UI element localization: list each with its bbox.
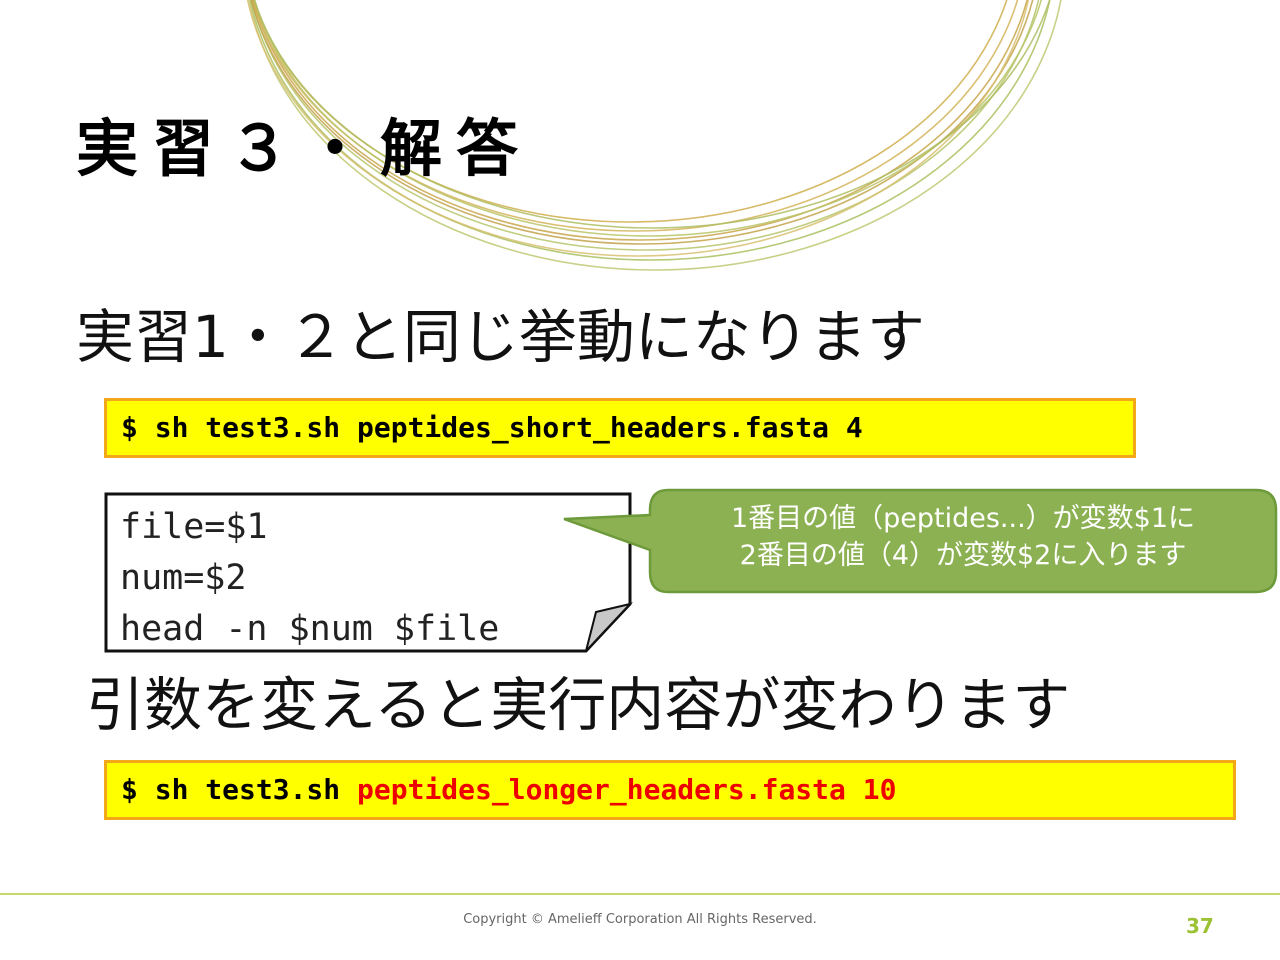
callout-line: 2番目の値（4）が変数$2に入ります	[739, 540, 1187, 571]
code-line: head -n $num $file	[120, 609, 500, 649]
copyright-text: Copyright © Amelieff Corporation All Rig…	[463, 912, 817, 927]
code-line: file=$1	[120, 507, 268, 547]
command-prefix: $ sh test3.sh	[121, 773, 358, 806]
heading-args-change: 引数を変えると実行内容が変わります	[86, 671, 1071, 739]
page-number: 37	[1186, 914, 1214, 938]
code-block: file=$1 num=$2 head -n $num $file	[120, 502, 499, 655]
code-line: num=$2	[120, 558, 247, 598]
footer-divider	[0, 893, 1280, 895]
callout-line: 1番目の値（peptides...）が変数$1に	[730, 503, 1196, 534]
callout-text: 1番目の値（peptides...）が変数$1に 2番目の値（4）が変数$2に入…	[660, 500, 1266, 574]
command-highlight-args: peptides_longer_headers.fasta 10	[357, 773, 897, 806]
command-box-2: $ sh test3.sh peptides_longer_headers.fa…	[104, 760, 1236, 820]
